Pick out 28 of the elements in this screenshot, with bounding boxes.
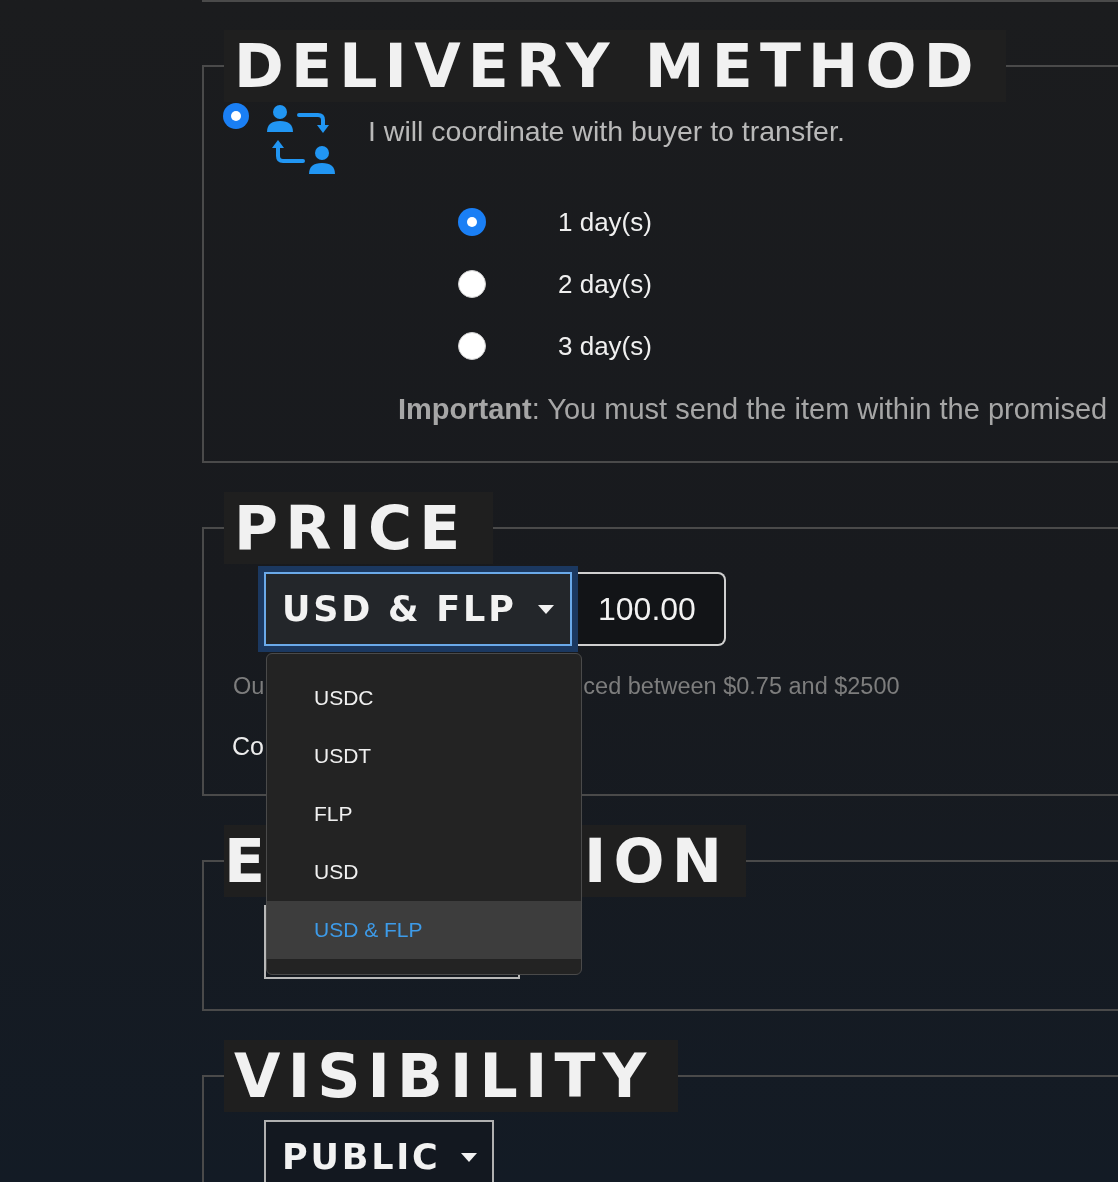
option-label: I will coordinate with buyer to transfer.	[368, 114, 845, 149]
price-range-hint: ced between $0.75 and $2500	[583, 672, 900, 701]
day-option-label: 3 day(s)	[558, 330, 652, 363]
dropdown-option[interactable]: USD & FLP	[267, 901, 581, 959]
price-range-hint: Ou	[233, 672, 265, 701]
radio-button[interactable]	[223, 103, 249, 129]
radio-button[interactable]	[458, 270, 486, 298]
dropdown-option[interactable]: USD	[267, 843, 581, 901]
section-title: E	[224, 825, 265, 897]
section-title: VISIBILITY	[224, 1040, 679, 1112]
radio-button[interactable]	[458, 208, 486, 236]
section-title: PRICE	[224, 492, 493, 564]
dropdown-option[interactable]: FLP	[267, 785, 581, 843]
price-field[interactable]: 100.00	[578, 572, 726, 646]
dropdown-option[interactable]: USDC	[267, 669, 581, 727]
important-note: Important: You must send the item within the promised	[398, 392, 1108, 427]
day-option-label: 1 day(s)	[558, 206, 652, 239]
dropdown-option[interactable]: USDT	[267, 727, 581, 785]
section-title: ION	[584, 825, 730, 897]
caret-icon	[538, 604, 554, 614]
compare-link[interactable]: Co	[232, 728, 264, 764]
caret-icon	[461, 1152, 477, 1162]
visibility-select[interactable]: PUBLIC	[264, 1120, 494, 1182]
currency-select[interactable]: USD & FLP	[258, 566, 578, 652]
radio-button[interactable]	[458, 332, 486, 360]
people-exchange-icon	[266, 104, 336, 174]
day-option-label: 2 day(s)	[558, 268, 652, 301]
section-title: DELIVERY METHOD	[224, 30, 1006, 102]
